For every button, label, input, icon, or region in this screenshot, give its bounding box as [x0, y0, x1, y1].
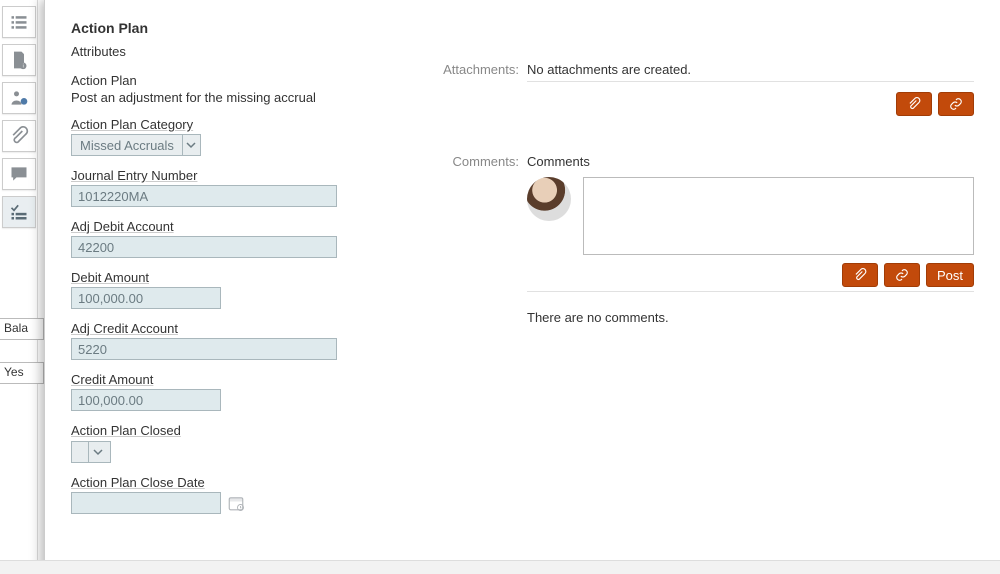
- field-action-plan-close-date: Action Plan Close Date: [71, 475, 401, 514]
- rail-user-settings-icon[interactable]: [2, 82, 36, 114]
- horizontal-scrollbar[interactable]: [0, 560, 1000, 574]
- rail-list-icon[interactable]: [2, 6, 36, 38]
- category-value: Missed Accruals: [72, 138, 182, 153]
- attributes-column: Attributes Action Plan Post an adjustmen…: [71, 44, 401, 526]
- panel-title: Action Plan: [71, 20, 974, 36]
- attachments-row: Attachments: No attachments are created.: [431, 62, 974, 116]
- rail-checklist-icon[interactable]: [2, 196, 36, 228]
- adj-credit-account-label: Adj Credit Account: [71, 321, 401, 336]
- attachments-empty-text: No attachments are created.: [527, 62, 974, 77]
- comment-attach-file-button[interactable]: [842, 263, 878, 287]
- field-adj-debit-account: Adj Debit Account: [71, 219, 401, 258]
- action-plan-close-date-label: Action Plan Close Date: [71, 475, 401, 490]
- chevron-down-icon: [88, 442, 106, 462]
- attributes-heading: Attributes: [71, 44, 401, 59]
- svg-text:i: i: [22, 64, 23, 70]
- field-action-plan: Action Plan Post an adjustment for the m…: [71, 73, 401, 105]
- action-plan-close-date-input[interactable]: [71, 492, 221, 514]
- right-column: Attachments: No attachments are created.: [401, 44, 974, 526]
- field-action-plan-closed: Action Plan Closed: [71, 423, 401, 463]
- field-credit-amount: Credit Amount: [71, 372, 401, 411]
- rail-comments-icon[interactable]: [2, 158, 36, 190]
- background-stubs: Bala Yes: [0, 318, 44, 406]
- comments-row: Comments: Comments: [431, 154, 974, 325]
- field-adj-credit-account: Adj Credit Account: [71, 321, 401, 360]
- credit-amount-input[interactable]: [71, 389, 221, 411]
- debit-amount-label: Debit Amount: [71, 270, 401, 285]
- stub-yes[interactable]: Yes: [0, 362, 44, 384]
- credit-amount-label: Credit Amount: [71, 372, 401, 387]
- comments-label: Comments:: [431, 154, 527, 169]
- adj-debit-account-input[interactable]: [71, 236, 337, 258]
- calendar-icon[interactable]: [227, 494, 245, 512]
- adj-credit-account-input[interactable]: [71, 338, 337, 360]
- left-icon-rail: i: [0, 0, 38, 560]
- attachments-label: Attachments:: [431, 62, 527, 77]
- attach-link-button[interactable]: [938, 92, 974, 116]
- adj-debit-account-label: Adj Debit Account: [71, 219, 401, 234]
- journal-entry-number-input[interactable]: [71, 185, 337, 207]
- comment-textarea[interactable]: [583, 177, 974, 255]
- comments-heading: Comments: [527, 154, 974, 169]
- debit-amount-input[interactable]: [71, 287, 221, 309]
- avatar: [527, 177, 571, 221]
- action-plan-panel: Action Plan Attributes Action Plan Post …: [44, 0, 1000, 574]
- action-plan-closed-label: Action Plan Closed: [71, 423, 401, 438]
- category-select[interactable]: Missed Accruals: [71, 134, 201, 156]
- no-comments-text: There are no comments.: [527, 310, 974, 325]
- journal-entry-number-label: Journal Entry Number: [71, 168, 401, 183]
- rail-document-info-icon[interactable]: i: [2, 44, 36, 76]
- stub-balance[interactable]: Bala: [0, 318, 44, 340]
- action-plan-label: Action Plan: [71, 73, 401, 88]
- rail-attachments-icon[interactable]: [2, 120, 36, 152]
- category-label: Action Plan Category: [71, 117, 401, 132]
- action-plan-closed-select[interactable]: [71, 441, 111, 463]
- chevron-down-icon: [182, 135, 200, 155]
- field-category: Action Plan Category Missed Accruals: [71, 117, 401, 156]
- action-plan-value: Post an adjustment for the missing accru…: [71, 90, 401, 105]
- comment-attach-link-button[interactable]: [884, 263, 920, 287]
- field-debit-amount: Debit Amount: [71, 270, 401, 309]
- post-comment-button[interactable]: Post: [926, 263, 974, 287]
- attach-file-button[interactable]: [896, 92, 932, 116]
- field-journal-entry-number: Journal Entry Number: [71, 168, 401, 207]
